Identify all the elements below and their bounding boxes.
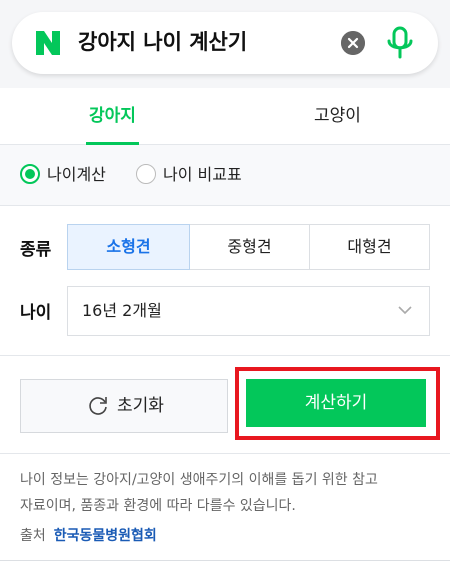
info-line: 나이 정보는 강아지/고양이 생애주기의 이해를 돕기 위한 참고 <box>20 472 378 488</box>
source-link[interactable]: 한국동물병원협회 <box>54 528 157 544</box>
chevron-down-icon <box>398 306 412 315</box>
tab-dog-label: 강아지 <box>89 106 136 126</box>
breed-label: 종류 <box>20 240 52 260</box>
breed-medium-button[interactable]: 중형견 <box>189 224 310 270</box>
source-label: 출처 <box>20 528 46 544</box>
source-line: 출처 한국동물병원협회 <box>20 524 157 548</box>
info-note: 나이 정보는 강아지/고양이 생애주기의 이해를 돕기 위한 참고 자료이며, … <box>20 467 435 519</box>
info-line: 자료이며, 품종과 환경에 따라 다를수 있습니다. <box>20 498 296 514</box>
reset-button[interactable]: 초기화 <box>20 379 228 433</box>
radio-age-calc-label: 나이계산 <box>47 165 106 184</box>
tab-dog[interactable]: 강아지 <box>0 88 225 145</box>
tab-cat-label: 고양이 <box>314 106 361 126</box>
radio-age-table-label: 나이 비교표 <box>163 165 242 184</box>
naver-logo-icon[interactable] <box>34 29 62 57</box>
calculate-button[interactable]: 계산하기 <box>246 379 426 427</box>
breed-small-button[interactable]: 소형견 <box>67 224 190 270</box>
tab-cat[interactable]: 고양이 <box>225 88 450 144</box>
radio-unchecked-icon <box>136 164 156 184</box>
clear-icon[interactable] <box>341 31 365 55</box>
section-divider <box>0 453 450 454</box>
reset-button-label: 초기화 <box>117 396 164 416</box>
age-select-value: 16년 2개월 <box>82 301 162 320</box>
bottom-divider <box>0 560 450 561</box>
refresh-icon <box>89 397 107 415</box>
animal-tabs: 강아지 고양이 <box>0 88 450 145</box>
search-query[interactable]: 강아지 나이 계산기 <box>78 25 247 59</box>
section-divider <box>0 355 450 356</box>
age-select[interactable]: 16년 2개월 <box>67 286 430 336</box>
age-label: 나이 <box>20 303 52 323</box>
radio-checked-icon <box>20 164 40 184</box>
mode-selector: 나이계산 나이 비교표 <box>0 145 450 206</box>
breed-large-button[interactable]: 대형견 <box>309 224 430 270</box>
mic-icon[interactable] <box>386 26 414 60</box>
